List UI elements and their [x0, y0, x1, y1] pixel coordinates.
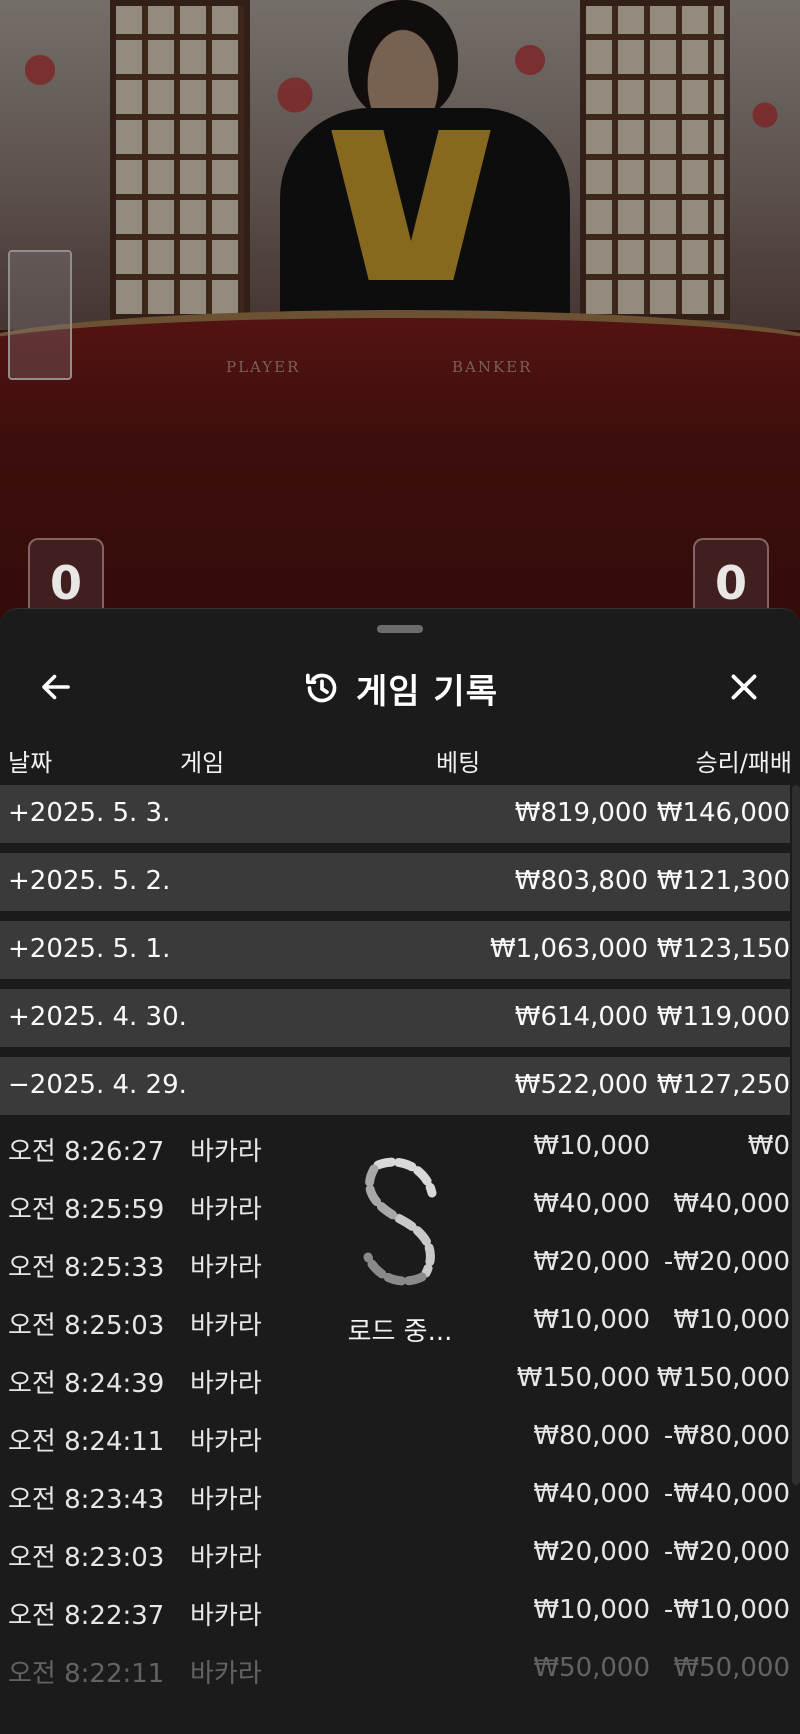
transaction-bet: ₩40,000 [533, 1189, 650, 1219]
transaction-row[interactable]: 오전 8:23:43 바카라 ₩40,000 -₩40,000 [0, 1469, 790, 1521]
column-header-bet: 베팅 [436, 749, 481, 777]
history-icon [306, 673, 337, 703]
day-win-loss: ₩127,250 [656, 1070, 790, 1100]
list-scrollbar[interactable] [792, 785, 800, 1485]
column-header-win-loss: 승리/패배 [695, 749, 792, 777]
sheet-drag-handle[interactable] [377, 625, 423, 633]
transaction-win-loss: ₩10,000 [673, 1305, 790, 1335]
day-date: −2025. 4. 29. [8, 1070, 187, 1100]
title-group: 게임 기록 [0, 645, 800, 731]
transaction-game: 바카라 [190, 1543, 262, 1573]
loading-indicator: 로드 중... [330, 1149, 470, 1349]
day-bet-total: ₩819,000 [514, 798, 648, 828]
transaction-game: 바카라 [190, 1195, 262, 1225]
transaction-time: 오전 8:22:11 [8, 1659, 165, 1689]
transaction-win-loss: ₩40,000 [673, 1189, 790, 1219]
transaction-game: 바카라 [190, 1369, 262, 1399]
day-bet-total: ₩522,000 [514, 1070, 648, 1100]
day-win-loss: ₩121,300 [656, 866, 790, 896]
transaction-bet: ₩10,000 [533, 1131, 650, 1161]
transaction-time: 오전 8:24:11 [8, 1427, 165, 1457]
arrow-left-icon [42, 674, 70, 700]
transaction-game: 바카라 [190, 1311, 262, 1341]
column-headers: 날짜 게임 베팅 승리/패배 [0, 739, 800, 779]
transaction-bet: ₩80,000 [533, 1421, 650, 1451]
day-bet-total: ₩803,800 [514, 866, 648, 896]
transaction-time: 오전 8:23:43 [8, 1485, 165, 1515]
transaction-bet: ₩10,000 [533, 1595, 650, 1625]
transaction-time: 오전 8:25:03 [8, 1311, 165, 1341]
day-row[interactable]: +2025. 5. 3. ₩819,000 ₩146,000 [0, 785, 790, 843]
transaction-time: 오전 8:25:33 [8, 1253, 165, 1283]
day-row[interactable]: +2025. 5. 1. ₩1,063,000 ₩123,150 [0, 921, 790, 979]
transaction-bet: ₩20,000 [533, 1537, 650, 1567]
transaction-game: 바카라 [190, 1427, 262, 1457]
transaction-time: 오전 8:24:39 [8, 1369, 165, 1399]
transaction-win-loss: ₩50,000 [673, 1653, 790, 1683]
day-win-loss: ₩119,000 [656, 1002, 790, 1032]
day-date: +2025. 5. 1. [8, 934, 171, 964]
transaction-win-loss: ₩150,000 [656, 1363, 790, 1393]
transaction-win-loss: ₩0 [747, 1131, 790, 1161]
transaction-row[interactable]: 오전 8:24:39 바카라 ₩150,000 ₩150,000 [0, 1353, 790, 1405]
transaction-bet: ₩40,000 [533, 1479, 650, 1509]
transaction-bet: ₩20,000 [533, 1247, 650, 1277]
transaction-game: 바카라 [190, 1485, 262, 1515]
transaction-game: 바카라 [190, 1137, 262, 1167]
day-win-loss: ₩146,000 [656, 798, 790, 828]
transaction-time: 오전 8:23:03 [8, 1543, 165, 1573]
transaction-bet: ₩50,000 [533, 1653, 650, 1683]
transaction-win-loss: -₩10,000 [663, 1595, 790, 1625]
day-win-loss: ₩123,150 [656, 934, 790, 964]
transaction-win-loss: -₩80,000 [663, 1421, 790, 1451]
transaction-win-loss: -₩40,000 [663, 1479, 790, 1509]
banker-score: 0 [693, 538, 769, 618]
transaction-time: 오전 8:22:37 [8, 1601, 165, 1631]
column-header-game: 게임 [180, 749, 225, 777]
day-row[interactable]: +2025. 5. 2. ₩803,800 ₩121,300 [0, 853, 790, 911]
close-button[interactable] [720, 663, 768, 711]
transaction-row[interactable]: 오전 8:24:11 바카라 ₩80,000 -₩80,000 [0, 1411, 790, 1463]
transaction-win-loss: -₩20,000 [663, 1247, 790, 1277]
transaction-bet: ₩10,000 [533, 1305, 650, 1335]
transaction-time: 오전 8:25:59 [8, 1195, 165, 1225]
day-date: +2025. 5. 2. [8, 866, 171, 896]
player-score: 0 [28, 538, 104, 618]
transaction-game: 바카라 [190, 1253, 262, 1283]
back-button[interactable] [32, 663, 80, 711]
transaction-game: 바카라 [190, 1601, 262, 1631]
day-date: +2025. 4. 30. [8, 1002, 187, 1032]
day-bet-total: ₩1,063,000 [489, 934, 648, 964]
day-row[interactable]: +2025. 4. 30. ₩614,000 ₩119,000 [0, 989, 790, 1047]
transaction-time: 오전 8:26:27 [8, 1137, 165, 1167]
spinner-icon [363, 1157, 437, 1286]
day-row-expanded[interactable]: −2025. 4. 29. ₩522,000 ₩127,250 [0, 1057, 790, 1115]
transaction-row[interactable]: 오전 8:22:11 바카라 ₩50,000 ₩50,000 [0, 1643, 790, 1695]
transaction-row[interactable]: 오전 8:23:03 바카라 ₩20,000 -₩20,000 [0, 1527, 790, 1579]
day-bet-total: ₩614,000 [514, 1002, 648, 1032]
sheet-title: 게임 기록 [356, 671, 498, 712]
transaction-game: 바카라 [190, 1659, 262, 1689]
day-date: +2025. 5. 3. [8, 798, 171, 828]
game-history-sheet: 게임 기록 날짜 게임 베팅 승리/패배 +2025. 5. 3. ₩819,0… [0, 608, 800, 1734]
stream-dim-overlay [0, 0, 800, 620]
live-stream-background: PLAYER BANKER 0 0 [0, 0, 800, 620]
transaction-bet: ₩150,000 [516, 1363, 650, 1393]
column-header-date: 날짜 [8, 749, 53, 777]
loading-label: 로드 중... [347, 1317, 453, 1347]
transaction-win-loss: -₩20,000 [663, 1537, 790, 1567]
sheet-header: 게임 기록 [0, 645, 800, 745]
transaction-row[interactable]: 오전 8:22:37 바카라 ₩10,000 -₩10,000 [0, 1585, 790, 1637]
close-icon [731, 674, 757, 700]
